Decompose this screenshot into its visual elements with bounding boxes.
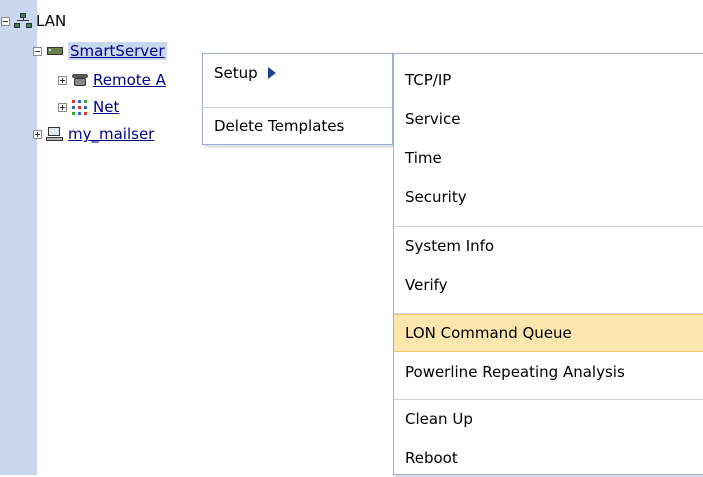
tree-left-strip (0, 0, 37, 475)
submenu-item-system-info[interactable]: System Info (394, 227, 703, 265)
tree-node-smartserver[interactable]: SmartServer (33, 41, 167, 61)
net-grid-icon (71, 99, 89, 115)
submenu-item-reboot-label: Reboot (405, 449, 458, 467)
submenu-item-verify-label: Verify (405, 276, 448, 294)
submenu-item-lon-command-queue[interactable]: LON Command Queue (394, 314, 703, 352)
computer-icon (46, 126, 64, 142)
submenu-item-clean-up-label: Clean Up (405, 410, 473, 428)
tree-label-mailserver[interactable]: my_mailser (68, 125, 154, 143)
expand-icon[interactable] (58, 102, 67, 112)
submenu-item-service-label: Service (405, 110, 461, 128)
server-icon (46, 43, 64, 59)
submenu-item-security[interactable]: Security (394, 178, 703, 216)
tree-label-remote[interactable]: Remote A (93, 71, 166, 89)
submenu-item-service[interactable]: Service (394, 100, 703, 138)
collapse-icon[interactable] (1, 16, 10, 26)
menu-item-delete-templates-label: Delete Templates (214, 117, 345, 135)
network-icon (14, 13, 32, 29)
submenu-item-verify[interactable]: Verify (394, 266, 703, 304)
tree-node-mailserver[interactable]: my_mailser (33, 124, 154, 144)
tree-node-remote[interactable]: Remote A (58, 70, 166, 90)
submenu-item-security-label: Security (405, 188, 467, 206)
submenu-item-powerline-repeating-analysis[interactable]: Powerline Repeating Analysis (394, 353, 703, 391)
tree-label-smartserver[interactable]: SmartServer (68, 42, 167, 60)
submenu-item-lon-command-queue-label: LON Command Queue (405, 324, 572, 342)
submenu-arrow-icon (267, 67, 276, 79)
collapse-icon[interactable] (33, 46, 42, 56)
submenu-item-system-info-label: System Info (405, 237, 495, 255)
submenu-item-powerline-label: Powerline Repeating Analysis (405, 363, 625, 381)
submenu-item-reboot[interactable]: Reboot (394, 439, 703, 477)
submenu-item-tcpip[interactable]: TCP/IP (394, 61, 703, 99)
tree-label-lan: LAN (36, 12, 67, 30)
menu-item-delete-templates[interactable]: Delete Templates (203, 108, 392, 144)
menu-item-setup[interactable]: Setup (203, 55, 392, 91)
phone-icon (71, 72, 89, 88)
tree-node-lan[interactable]: LAN (1, 11, 66, 31)
submenu-item-clean-up[interactable]: Clean Up (394, 400, 703, 438)
submenu-item-tcpip-label: TCP/IP (405, 71, 452, 89)
expand-icon[interactable] (58, 75, 67, 85)
context-menu: Setup Delete Templates (202, 53, 393, 145)
tree-node-net[interactable]: Net (58, 97, 119, 117)
expand-icon[interactable] (33, 129, 42, 139)
tree-label-net[interactable]: Net (93, 98, 119, 116)
submenu-item-time[interactable]: Time (394, 139, 703, 177)
submenu-item-time-label: Time (405, 149, 442, 167)
setup-submenu: TCP/IP Service Time Security System Info… (393, 53, 703, 475)
menu-item-setup-label: Setup (214, 64, 258, 82)
